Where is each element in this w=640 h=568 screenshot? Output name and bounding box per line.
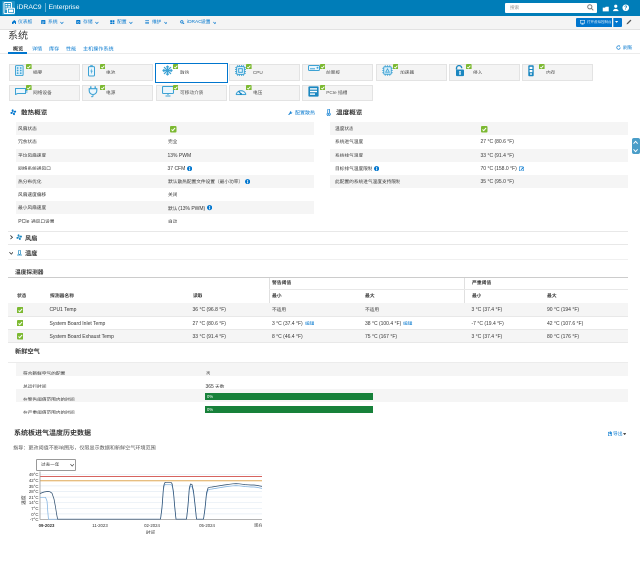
svg-text:?: ? [624,6,627,12]
